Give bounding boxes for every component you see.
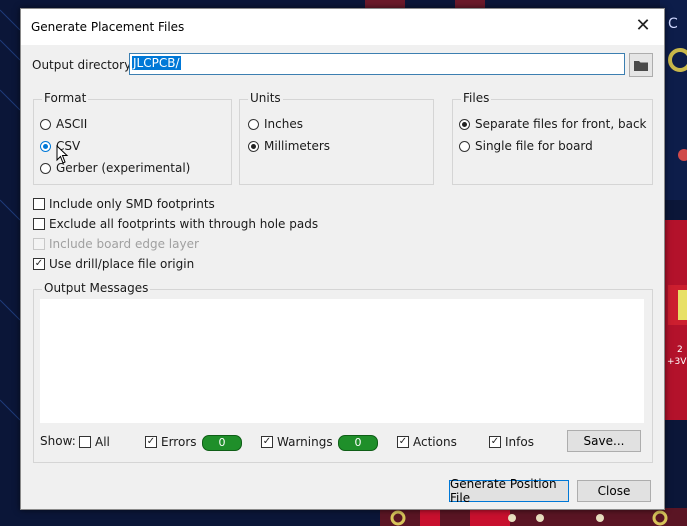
format-option-ascii[interactable]: ASCII	[40, 117, 87, 131]
checkmark-icon[interactable]: ✓	[145, 436, 157, 448]
checkbox-box[interactable]	[79, 436, 91, 448]
checkmark-icon[interactable]: ✓	[489, 436, 501, 448]
errors-count-badge: 0	[202, 435, 242, 451]
radio-selected[interactable]	[40, 140, 51, 152]
files-option-separate[interactable]: Separate files for front, back	[459, 117, 647, 131]
units-option-millimeters[interactable]: Millimeters	[248, 139, 330, 153]
browse-directory-button[interactable]	[629, 53, 653, 77]
filter-warnings-checkbox[interactable]: ✓ Warnings	[261, 435, 333, 449]
units-option-inches[interactable]: Inches	[248, 117, 303, 131]
radio-unselected[interactable]	[459, 140, 470, 152]
units-option-label: Millimeters	[264, 139, 331, 153]
output-messages-title: Output Messages	[42, 281, 151, 295]
checkbox-box[interactable]	[33, 198, 45, 210]
pcb-label-3v: +3V	[667, 357, 687, 367]
filter-label: All	[95, 435, 110, 449]
checkbox-label: Include only SMD footprints	[49, 197, 215, 211]
warnings-count-badge: 0	[338, 435, 378, 451]
units-option-label: Inches	[264, 117, 303, 131]
generate-placement-dialog: Generate Placement Files ✕ Output direct…	[20, 8, 665, 510]
output-directory-input[interactable]: JLCPCB/	[129, 53, 625, 75]
units-group-title: Units	[248, 91, 283, 105]
checkmark-icon[interactable]: ✓	[261, 436, 273, 448]
filter-errors-checkbox[interactable]: ✓ Errors	[145, 435, 197, 449]
use-drill-origin-checkbox[interactable]: ✓ Use drill/place file origin	[33, 257, 194, 271]
checkmark-icon[interactable]: ✓	[33, 258, 45, 270]
include-board-edge-checkbox: Include board edge layer	[33, 237, 199, 251]
checkmark-icon[interactable]: ✓	[397, 436, 409, 448]
filter-label: Actions	[413, 435, 457, 449]
checkbox-label: Use drill/place file origin	[49, 257, 195, 271]
checkbox-label: Exclude all footprints with through hole…	[49, 217, 319, 231]
format-option-label: Gerber (experimental)	[56, 161, 191, 175]
close-icon[interactable]: ✕	[632, 15, 654, 37]
generate-position-file-button[interactable]: Generate Position File	[449, 477, 569, 505]
output-directory-value: JLCPCB/	[132, 56, 181, 70]
radio-unselected[interactable]	[248, 118, 259, 130]
folder-icon	[634, 60, 648, 71]
units-group: Units Inches Millimeters	[239, 91, 434, 185]
files-group: Files Separate files for front, back Sin…	[452, 91, 653, 185]
filter-all-checkbox[interactable]: All	[79, 435, 110, 449]
output-messages-group: Output Messages Show: All ✓ Errors 0 ✓ W…	[33, 281, 653, 463]
checkbox-label: Include board edge layer	[49, 237, 199, 251]
filter-label: Errors	[161, 435, 197, 449]
output-messages-area[interactable]	[40, 299, 644, 423]
filter-actions-checkbox[interactable]: ✓ Actions	[397, 435, 457, 449]
files-option-label: Single file for board	[475, 139, 593, 153]
radio-unselected[interactable]	[40, 118, 51, 130]
exclude-through-hole-checkbox[interactable]: Exclude all footprints with through hole…	[33, 217, 318, 231]
filter-label: Warnings	[277, 435, 333, 449]
window-title: Generate Placement Files	[31, 20, 185, 34]
radio-unselected[interactable]	[40, 162, 51, 174]
pcb-label-2: 2	[677, 345, 683, 355]
save-messages-button[interactable]: Save...	[567, 430, 641, 452]
include-smd-checkbox[interactable]: Include only SMD footprints	[33, 197, 215, 211]
mouse-cursor-icon	[56, 145, 69, 164]
output-directory-label: Output directory:	[32, 58, 135, 72]
files-option-single[interactable]: Single file for board	[459, 139, 593, 153]
show-label: Show:	[40, 434, 76, 448]
format-group-title: Format	[42, 91, 89, 105]
pcb-corner-glyph: C	[668, 16, 678, 32]
filter-infos-checkbox[interactable]: ✓ Infos	[489, 435, 534, 449]
files-option-label: Separate files for front, back	[475, 117, 647, 131]
checkbox-box[interactable]	[33, 218, 45, 230]
format-group: Format ASCII CSV Gerber (experimental)	[33, 91, 232, 185]
filter-label: Infos	[505, 435, 534, 449]
radio-selected[interactable]	[459, 118, 470, 130]
checkbox-box	[33, 238, 45, 250]
title-bar[interactable]: Generate Placement Files ✕	[21, 9, 664, 45]
files-group-title: Files	[461, 91, 492, 105]
radio-selected[interactable]	[248, 140, 259, 152]
close-button[interactable]: Close	[577, 480, 651, 502]
format-option-label: ASCII	[56, 117, 88, 131]
